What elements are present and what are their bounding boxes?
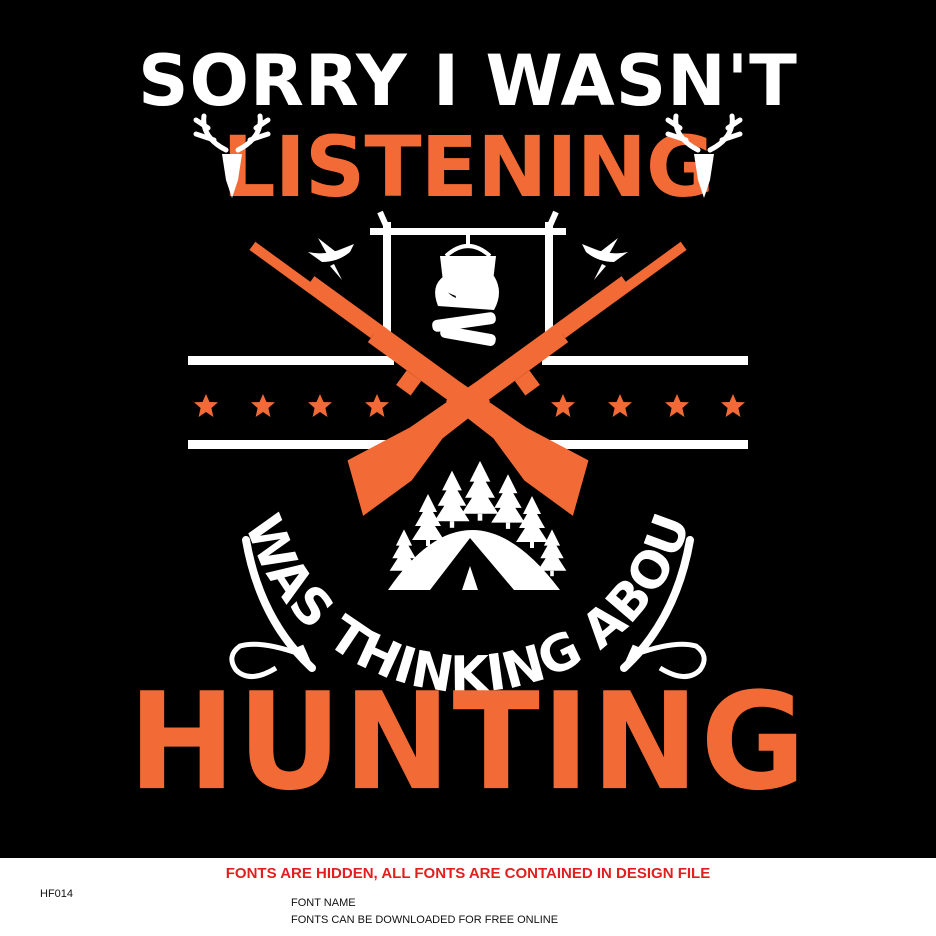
pine-tree-icon	[434, 470, 470, 528]
star-icon	[251, 394, 275, 417]
star-icon	[608, 394, 632, 417]
star-icon	[194, 394, 218, 417]
duck-icon-left	[308, 238, 354, 280]
star-icon	[551, 394, 575, 417]
duck-icon-right	[582, 238, 628, 280]
design-code: HF014	[40, 888, 74, 900]
arc-tagline: I WAS THINKING ABOUT	[0, 0, 702, 704]
pine-tree-icon	[491, 474, 525, 529]
star-icon	[308, 394, 332, 417]
star-icon	[365, 394, 389, 417]
font-notice: FONTS ARE HIDDEN, ALL FONTS ARE CONTAINE…	[225, 865, 711, 882]
star-icon	[665, 394, 689, 417]
star-icon	[721, 394, 745, 417]
design-artboard: SORRY I WASN'T LISTENING WAS THINKING AB…	[0, 0, 936, 858]
pine-tree-icon	[389, 529, 419, 577]
headline-line-4: HUNTING	[128, 664, 808, 821]
font-download-note: FONTS CAN BE DOWNLOADED FOR FREE ONLINE	[291, 914, 559, 926]
deer-skull-icon-left	[193, 113, 271, 198]
pine-tree-icon	[461, 460, 499, 521]
font-name-label: FONT NAME	[291, 897, 356, 909]
deer-skull-icon-right	[665, 113, 743, 198]
